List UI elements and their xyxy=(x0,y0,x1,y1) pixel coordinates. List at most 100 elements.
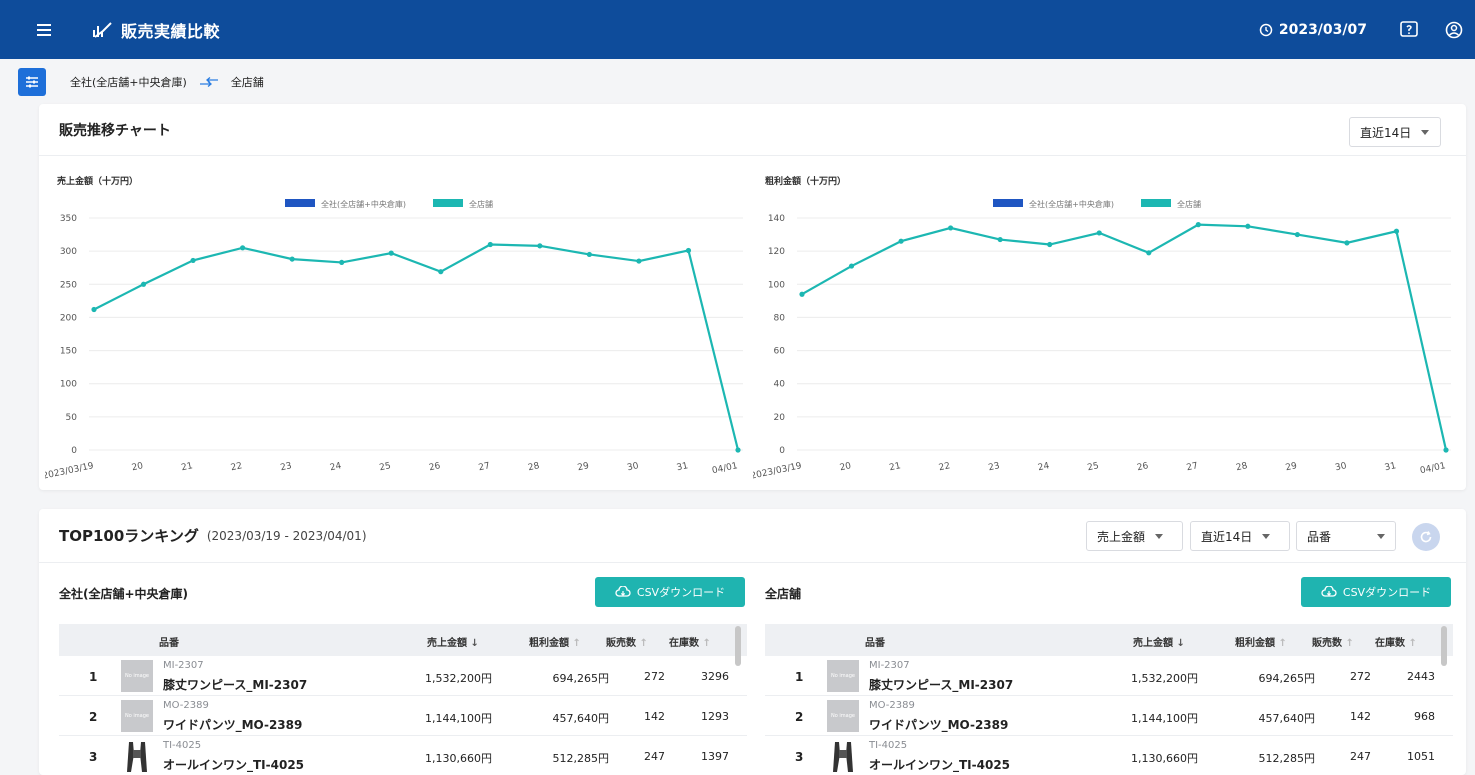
sort-up-icon: ↑ xyxy=(639,638,648,649)
y-tick-label: 120 xyxy=(768,247,785,257)
x-tick-label: 22 xyxy=(938,461,951,473)
table-scrollbar-left[interactable] xyxy=(735,626,741,666)
col-profit-label: 粗利金額 xyxy=(1235,638,1275,649)
product-name[interactable]: オールインワン_TI-4025 xyxy=(869,756,1010,773)
y-tick-label: 50 xyxy=(66,413,78,423)
profit-amount: 512,285円 xyxy=(1258,752,1316,765)
chart-card-header: 販売推移チャート xyxy=(39,104,1466,156)
x-tick-label: 30 xyxy=(626,461,640,473)
x-tick-label: 20 xyxy=(131,461,145,473)
y-tick-label: 0 xyxy=(71,446,77,456)
no-image-text: No image xyxy=(831,713,855,719)
sales-qty: 142 xyxy=(644,710,665,723)
product-name[interactable]: ワイドパンツ_MO-2389 xyxy=(163,716,302,733)
period-select-value: 直近14日 xyxy=(1201,529,1253,544)
no-image-text: No image xyxy=(125,713,149,719)
ranking-title: TOP100ランキング xyxy=(59,527,199,545)
table-row[interactable]: 3 TI-4025 オールインワン_TI-4025 1,130,660円 512,285… xyxy=(59,736,747,775)
csv-download-button-right[interactable]: CSVダウンロード xyxy=(1301,577,1451,607)
col-qty-sort[interactable]: 販売数 ↑ xyxy=(1312,634,1354,649)
profit-amount: 457,640円 xyxy=(1258,712,1316,725)
col-stock-sort[interactable]: 在庫数 ↑ xyxy=(669,634,711,649)
product-code: MI-2307 xyxy=(869,660,910,671)
col-profit-sort[interactable]: 粗利金額 ↑ xyxy=(529,634,581,649)
legend-swatch-all-company xyxy=(993,199,1023,207)
product-name[interactable]: オールインワン_TI-4025 xyxy=(163,756,304,773)
rank-number: 1 xyxy=(795,670,804,684)
legend-label-all-company: 全社(全店舗+中央倉庫) xyxy=(1029,199,1114,209)
col-sales-sort[interactable]: 売上金額 ↓ xyxy=(427,634,479,649)
product-name[interactable]: ワイドパンツ_MO-2389 xyxy=(869,716,1008,733)
user-account-icon[interactable] xyxy=(1445,21,1463,39)
y-tick-label: 200 xyxy=(60,313,77,323)
col-profit-sort[interactable]: 粗利金額 ↑ xyxy=(1235,634,1287,649)
col-sales-label: 売上金額 xyxy=(427,638,467,649)
panel-title-all-company: 全社(全店舗+中央倉庫) xyxy=(59,587,189,601)
table-row[interactable]: 2 No image MO-2389 ワイドパンツ_MO-2389 1,144,100円… xyxy=(765,696,1453,736)
sales-trend-card: 販売推移チャート 直近14日 売上金額（十万円） 全社(全店舗+中央倉庫) 全店舗 3… xyxy=(39,104,1466,490)
hamburger-menu-icon[interactable] xyxy=(37,20,57,40)
stock-qty: 2443 xyxy=(1407,670,1435,683)
table-row[interactable]: 1 No image MI-2307 膝丈ワンピース_MI-2307 1,532,200… xyxy=(59,656,747,696)
gross-profit-chart: 粗利金額（十万円） 全社(全店舗+中央倉庫) 全店舗 140 120 100 80 60 40 2… xyxy=(753,175,1451,482)
no-image-placeholder: No image xyxy=(827,700,859,732)
chart-period-select[interactable]: 直近14日 xyxy=(1349,117,1441,147)
y-tick-label: 300 xyxy=(60,247,77,257)
table-row[interactable]: 3 TI-4025 オールインワン_TI-4025 1,130,660円 512,285… xyxy=(765,736,1453,775)
table-row[interactable]: 2 No image MO-2389 ワイドパンツ_MO-2389 1,144,100円… xyxy=(59,696,747,736)
product-name[interactable]: 膝丈ワンピース_MI-2307 xyxy=(869,676,1013,693)
no-image-placeholder: No image xyxy=(827,660,859,692)
profit-amount: 694,265円 xyxy=(1258,672,1316,685)
table-scrollbar-right[interactable] xyxy=(1441,626,1447,666)
key-select-value: 品番 xyxy=(1307,529,1332,544)
help-icon[interactable] xyxy=(1399,20,1419,40)
col-stock-sort[interactable]: 在庫数 ↑ xyxy=(1375,634,1417,649)
refresh-button[interactable] xyxy=(1412,523,1440,551)
stock-qty: 1293 xyxy=(701,710,729,723)
refresh-icon xyxy=(1420,531,1432,543)
col-qty-sort[interactable]: 販売数 ↑ xyxy=(606,634,648,649)
sales-amount-chart: 売上金額（十万円）全社(全店舗+中央倉庫) 全店舗3503002502001501… xyxy=(45,175,743,482)
sort-down-icon: ↓ xyxy=(1176,638,1185,649)
sort-up-icon: ↑ xyxy=(1345,638,1354,649)
sales-qty: 272 xyxy=(644,670,665,683)
product-code: MI-2307 xyxy=(163,660,204,671)
legend-swatch-all-company xyxy=(285,199,315,207)
product-name[interactable]: 膝丈ワンピース_MI-2307 xyxy=(163,676,307,693)
csv-download-button-left[interactable]: CSVダウンロード xyxy=(595,577,745,607)
sales-qty: 142 xyxy=(1350,710,1371,723)
ranking-period-select[interactable]: 直近14日 xyxy=(1190,521,1290,551)
sales-amount: 1,144,100円 xyxy=(425,712,492,725)
data-point xyxy=(537,243,543,249)
col-sales-sort[interactable]: 売上金額 ↓ xyxy=(1133,634,1185,649)
x-tick-label: 31 xyxy=(676,461,689,473)
x-tick-label: 2023/03/19 xyxy=(753,461,803,482)
col-qty-label: 販売数 xyxy=(606,638,636,649)
product-code: TI-4025 xyxy=(163,740,202,751)
product-photo xyxy=(121,740,153,772)
rank-number: 2 xyxy=(795,710,804,724)
data-point xyxy=(685,247,692,254)
sales-amount: 1,532,200円 xyxy=(425,672,492,685)
chart-logo-icon xyxy=(93,21,112,38)
ranking-key-select[interactable]: 品番 xyxy=(1296,521,1396,551)
table-header: 品番 売上金額 ↓ 粗利金額 ↑ 販売数 ↑ 在庫数 ↑ xyxy=(765,624,1453,656)
table-row[interactable]: 1 No image MI-2307 膝丈ワンピース_MI-2307 1,532,200… xyxy=(765,656,1453,696)
profit-amount: 457,640円 xyxy=(552,712,610,725)
x-tick-label: 28 xyxy=(527,461,541,473)
sort-up-icon: ↑ xyxy=(702,638,711,649)
data-point xyxy=(636,258,642,264)
no-image-placeholder: No image xyxy=(121,660,153,692)
data-point xyxy=(1146,250,1152,256)
no-image-placeholder: No image xyxy=(121,700,153,732)
data-point xyxy=(339,259,345,266)
filter-settings-button[interactable] xyxy=(18,68,46,96)
ranking-sort-select[interactable]: 売上金額 xyxy=(1086,521,1183,551)
x-tick-label: 2023/03/19 xyxy=(45,461,95,482)
breadcrumb-source: 全社(全店舗+中央倉庫) xyxy=(70,76,187,89)
x-tick-label: 20 xyxy=(839,461,853,473)
data-point xyxy=(898,238,904,244)
y-tick-label: 350 xyxy=(60,214,77,224)
sliders-icon xyxy=(26,76,38,88)
legend-swatch-all-stores xyxy=(433,199,463,207)
